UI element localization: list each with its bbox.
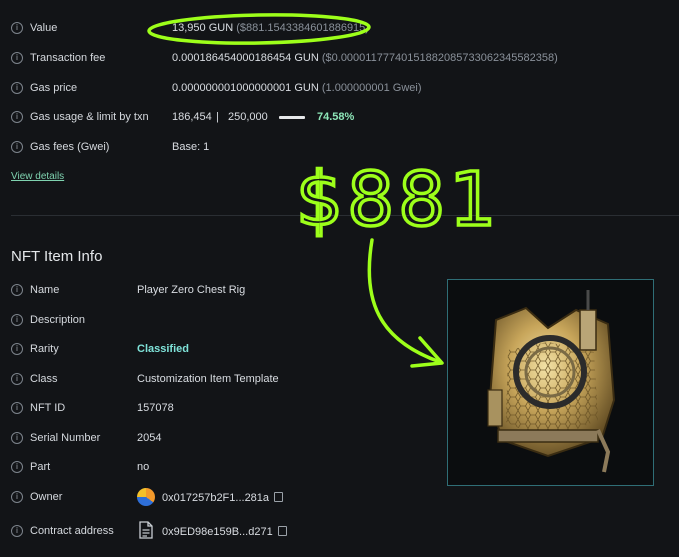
- info-icon[interactable]: i: [11, 432, 23, 444]
- gas-usage-label: Gas usage & limit by txn: [30, 111, 149, 123]
- gas-usage-percent: 74.58%: [317, 111, 355, 123]
- value-usd: ($881.1543384601886915): [236, 22, 369, 34]
- info-icon[interactable]: i: [11, 314, 23, 326]
- nft-serial-value: 2054: [137, 432, 162, 444]
- contract-address-link[interactable]: 0x9ED98e159B...d271: [162, 526, 273, 538]
- info-icon[interactable]: i: [11, 343, 23, 355]
- info-icon[interactable]: i: [11, 111, 23, 123]
- info-icon[interactable]: i: [11, 525, 23, 537]
- nft-rarity-label: Rarity: [30, 343, 59, 355]
- nft-name-label: Name: [30, 284, 60, 296]
- owner-avatar: [137, 488, 155, 506]
- info-icon[interactable]: i: [11, 22, 23, 34]
- gas-fees-base: Base: 1: [172, 141, 210, 153]
- nft-part-value: no: [137, 461, 150, 473]
- nft-rarity-value: Classified: [137, 343, 189, 355]
- nft-id-label: NFT ID: [30, 402, 66, 414]
- copy-icon[interactable]: [274, 491, 284, 502]
- info-icon[interactable]: i: [11, 491, 23, 503]
- value-label: Value: [30, 22, 58, 34]
- gas-separator: |: [216, 111, 219, 123]
- chest-rig-image: [487, 290, 616, 473]
- fee-label: Transaction fee: [30, 52, 106, 64]
- info-icon[interactable]: i: [11, 402, 23, 414]
- info-icon[interactable]: i: [11, 284, 23, 296]
- annotation-arrowhead: [410, 336, 444, 368]
- nft-id-value: 157078: [137, 402, 174, 414]
- nft-class-label: Class: [30, 373, 58, 385]
- fee-usd: ($0.00001177740151882085733062345582358): [321, 52, 558, 64]
- annotation-price-text: $881: [296, 157, 500, 243]
- fee-amount: 0.000186454000186454 GUN: [172, 52, 319, 64]
- nft-description-label: Description: [30, 314, 86, 326]
- copy-icon[interactable]: [277, 525, 287, 536]
- gas-limit: 250,000: [228, 111, 268, 123]
- gas-fees-label: Gas fees (Gwei): [30, 141, 110, 153]
- info-icon[interactable]: i: [11, 141, 23, 153]
- document-icon: [139, 521, 153, 539]
- info-icon[interactable]: i: [11, 82, 23, 94]
- nft-image-frame[interactable]: [447, 279, 654, 486]
- gas-used: 186,454: [172, 111, 212, 123]
- nft-part-label: Part: [30, 461, 51, 473]
- info-icon[interactable]: i: [11, 52, 23, 64]
- nft-serial-label: Serial Number: [30, 432, 101, 444]
- nft-name-value: Player Zero Chest Rig: [137, 284, 246, 296]
- gas-price-amount: 0.000000001000000001 GUN: [172, 82, 319, 94]
- annotation-arrow: [367, 238, 442, 364]
- info-icon[interactable]: i: [11, 373, 23, 385]
- section-divider: [11, 215, 679, 216]
- gas-price-label: Gas price: [30, 82, 78, 94]
- nft-class-value: Customization Item Template: [137, 373, 279, 385]
- nft-section-title: NFT Item Info: [11, 248, 103, 265]
- nft-contract-label: Contract address: [30, 525, 114, 537]
- info-icon[interactable]: i: [11, 461, 23, 473]
- owner-address-link[interactable]: 0x017257b2F1...281a: [162, 492, 269, 504]
- gas-usage-bar: [279, 116, 305, 119]
- view-details-link[interactable]: View details: [11, 171, 64, 182]
- nft-owner-label: Owner: [30, 491, 63, 503]
- value-amount: 13,950 GUN: [172, 22, 234, 34]
- gas-price-gwei: (1.000000001 Gwei): [321, 82, 422, 94]
